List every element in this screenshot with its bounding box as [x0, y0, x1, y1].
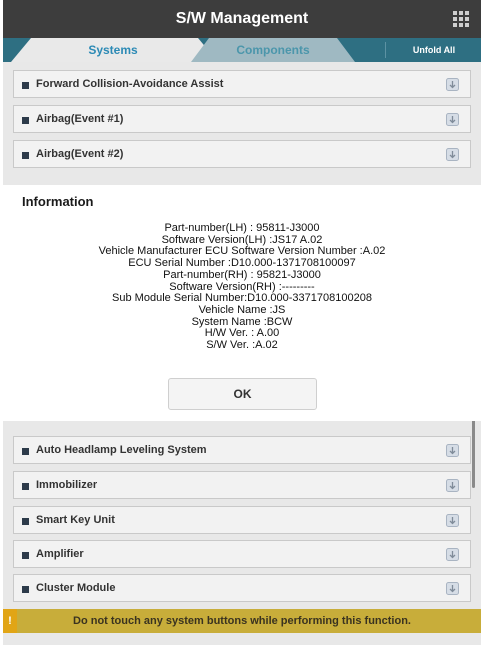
list-item-label: Immobilizer: [36, 479, 98, 491]
grid-icon[interactable]: [453, 11, 469, 27]
list-item-label: Forward Collision-Avoidance Assist: [36, 78, 224, 90]
warning-message: Do not touch any system buttons while pe…: [73, 615, 411, 627]
unfold-all-button[interactable]: Unfold All: [395, 38, 473, 62]
expand-icon[interactable]: [446, 113, 459, 126]
warning-icon: !: [3, 609, 17, 633]
list-item[interactable]: Forward Collision-Avoidance Assist: [13, 70, 471, 98]
bullet-icon: [22, 483, 29, 490]
list-item[interactable]: Auto Headlamp Leveling System: [13, 436, 471, 464]
expand-icon[interactable]: [446, 514, 459, 527]
info-line: S/W Ver. :A.02: [206, 339, 278, 352]
list-item-label: Cluster Module: [36, 582, 116, 594]
scrollbar[interactable]: [472, 418, 475, 488]
warning-banner: Do not touch any system buttons while pe…: [3, 609, 481, 633]
list-item[interactable]: Airbag(Event #1): [13, 105, 471, 133]
list-item-label: Airbag(Event #2): [36, 148, 124, 160]
title-bar: S/W Management: [3, 0, 481, 38]
list-item-label: Auto Headlamp Leveling System: [36, 444, 207, 456]
expand-icon[interactable]: [446, 444, 459, 457]
dialog-body: Part-number(LH) : 95811-J3000 Software V…: [3, 222, 481, 352]
expand-icon[interactable]: [446, 548, 459, 561]
information-dialog: Information Part-number(LH) : 95811-J300…: [3, 185, 481, 421]
tab-divider: [385, 42, 386, 58]
bullet-icon: [22, 152, 29, 159]
info-line: Part-number(RH) : 95821-J3000: [163, 268, 321, 281]
expand-icon[interactable]: [446, 78, 459, 91]
bullet-icon: [22, 82, 29, 89]
app-screen: S/W Management Systems Components Unfold…: [3, 0, 481, 645]
list-item[interactable]: Airbag(Event #2): [13, 140, 471, 168]
expand-icon[interactable]: [446, 148, 459, 161]
info-line: Vehicle Name :JS: [198, 303, 286, 316]
list-item-label: Amplifier: [36, 548, 84, 560]
list-item-label: Airbag(Event #1): [36, 113, 124, 125]
bullet-icon: [22, 552, 29, 559]
list-item[interactable]: Smart Key Unit: [13, 506, 471, 534]
expand-icon[interactable]: [446, 479, 459, 492]
bullet-icon: [22, 586, 29, 593]
ok-button[interactable]: OK: [168, 378, 317, 410]
expand-icon[interactable]: [446, 582, 459, 595]
list-item[interactable]: Immobilizer: [13, 471, 471, 499]
bullet-icon: [22, 448, 29, 455]
list-item[interactable]: Cluster Module: [13, 574, 471, 602]
bullet-icon: [22, 518, 29, 525]
bullet-icon: [22, 117, 29, 124]
tab-components[interactable]: Components: [203, 38, 343, 62]
tab-bar: Systems Components Unfold All: [3, 38, 481, 62]
list-item[interactable]: Amplifier: [13, 540, 471, 568]
tab-systems[interactable]: Systems: [33, 38, 193, 62]
list-item-label: Smart Key Unit: [36, 514, 115, 526]
dialog-title: Information: [22, 194, 94, 209]
page-title: S/W Management: [175, 10, 309, 27]
info-line: Part-number(LH) : 95811-J3000: [164, 222, 320, 234]
